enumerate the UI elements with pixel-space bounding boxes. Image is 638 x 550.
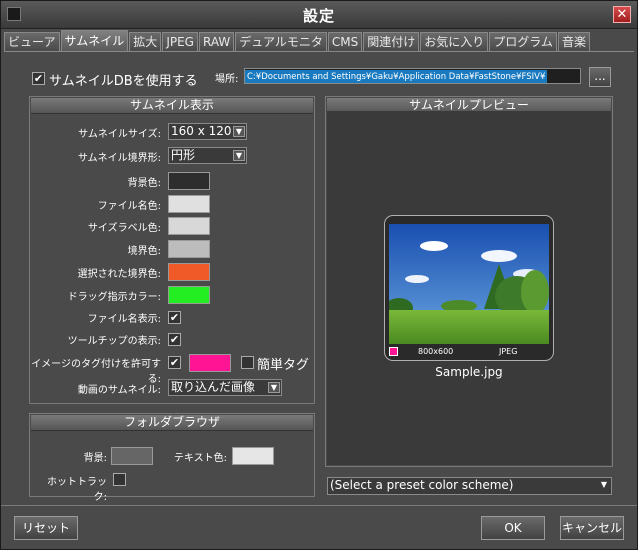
tab-zoom[interactable]: 拡大 xyxy=(129,32,162,51)
sample-thumbnail[interactable]: 800x600 JPEG xyxy=(384,215,554,361)
video-thumb-label: 動画のサムネイル: xyxy=(77,385,161,396)
video-thumb-select[interactable]: 取り込んだ画像 ▼ xyxy=(168,379,282,396)
location-input[interactable]: C:¥Documents and Settings¥Gaku¥Applicati… xyxy=(244,68,581,84)
close-icon: ✕ xyxy=(616,7,628,22)
drag-color-label: ドラッグ指示カラー: xyxy=(67,292,161,303)
drag-color-swatch[interactable] xyxy=(168,286,210,304)
show-tooltip-label: ツールチップの表示: xyxy=(67,336,161,347)
cancel-button[interactable]: キャンセル xyxy=(560,516,624,540)
selected-border-label: 選択された境界色: xyxy=(77,269,161,280)
border-shape-label: サムネイル境界形: xyxy=(77,153,161,164)
tab-viewer[interactable]: ビューア xyxy=(4,32,60,51)
size-label-color-label: サイズラベル色: xyxy=(87,223,161,234)
image-dimensions: 800x600 xyxy=(418,347,454,356)
folder-bg-swatch[interactable] xyxy=(111,447,153,465)
window-title: 設定 xyxy=(302,7,335,25)
tag-indicator[interactable] xyxy=(389,347,398,356)
border-color-swatch[interactable] xyxy=(168,240,210,258)
tab-raw[interactable]: RAW xyxy=(198,32,235,51)
tab-dual-monitor[interactable]: デュアルモニタ xyxy=(235,32,327,51)
footer-divider xyxy=(1,505,637,506)
folder-text-color-swatch[interactable] xyxy=(232,447,274,465)
chevron-down-icon: ▼ xyxy=(233,150,245,161)
check-icon: ✔ xyxy=(33,72,44,85)
folder-browser-header: フォルダブラウザ xyxy=(31,415,313,431)
check-icon: ✔ xyxy=(169,356,180,369)
tab-jpeg[interactable]: JPEG xyxy=(162,32,198,51)
folder-bg-label: 背景: xyxy=(83,453,107,464)
show-tooltip-checkbox[interactable]: ✔ xyxy=(168,333,181,346)
use-db-label: サムネイルDBを使用する xyxy=(49,74,198,89)
hottrack-label: ホットトラック: xyxy=(47,477,107,503)
show-filename-label: ファイル名表示: xyxy=(87,314,161,325)
thumb-size-select[interactable]: 160 x 120 ▼ xyxy=(168,123,247,140)
color-scheme-value: (Select a preset color scheme) xyxy=(330,478,514,492)
sample-filename: Sample.jpg xyxy=(435,365,503,379)
tab-cms[interactable]: CMS xyxy=(327,32,363,51)
check-icon: ✔ xyxy=(169,333,180,346)
tab-music[interactable]: 音楽 xyxy=(557,32,590,51)
filename-color-swatch[interactable] xyxy=(168,195,210,213)
simple-tag-label: 簡単タグ xyxy=(257,358,310,373)
check-icon: ✔ xyxy=(169,311,180,324)
use-db-checkbox[interactable]: ✔ xyxy=(32,72,45,85)
size-label-color-swatch[interactable] xyxy=(168,217,210,235)
border-color-label: 境界色: xyxy=(127,246,161,257)
border-shape-value: 円形 xyxy=(171,148,196,162)
tag-color-swatch[interactable] xyxy=(189,354,231,372)
bg-color-label: 背景色: xyxy=(127,178,161,189)
hottrack-checkbox[interactable] xyxy=(113,473,126,486)
show-filename-checkbox[interactable]: ✔ xyxy=(168,311,181,324)
allow-tagging-checkbox[interactable]: ✔ xyxy=(168,356,181,369)
chevron-down-icon: ▼ xyxy=(268,382,280,393)
reset-button[interactable]: リセット xyxy=(14,516,78,540)
color-scheme-select[interactable]: (Select a preset color scheme) ▼ xyxy=(327,477,612,495)
border-shape-select[interactable]: 円形 ▼ xyxy=(168,147,247,164)
browse-button[interactable]: ... xyxy=(589,67,611,87)
tab-favorites[interactable]: お気に入り xyxy=(420,32,489,51)
title-bar: 設定 ✕ xyxy=(1,1,637,29)
bg-color-swatch[interactable] xyxy=(168,172,210,190)
settings-tabs: ビューア サムネイル 拡大 JPEG RAW デュアルモニタ CMS 関連付け お気に入り プログ… xyxy=(4,30,591,52)
simple-tag-checkbox[interactable] xyxy=(241,356,254,369)
selected-border-swatch[interactable] xyxy=(168,263,210,281)
tab-divider xyxy=(4,51,634,52)
chevron-down-icon: ▼ xyxy=(600,480,608,489)
settings-dialog: 設定 ✕ ビューア サムネイル 拡大 JPEG RAW デュアルモニタ CMS 関連付け お気に… xyxy=(0,0,638,550)
chevron-down-icon: ▼ xyxy=(233,126,245,137)
image-format: JPEG xyxy=(499,347,518,356)
tab-associations[interactable]: 関連付け xyxy=(363,32,420,51)
location-label: 場所: xyxy=(215,74,239,85)
close-button[interactable]: ✕ xyxy=(613,6,631,23)
video-thumb-value: 取り込んだ画像 xyxy=(171,380,256,394)
filename-color-label: ファイル名色: xyxy=(97,201,161,212)
ok-button[interactable]: OK xyxy=(481,516,545,540)
thumbnail-display-header: サムネイル表示 xyxy=(31,98,313,114)
thumb-size-label: サムネイルサイズ: xyxy=(78,129,161,140)
location-value: C:¥Documents and Settings¥Gaku¥Applicati… xyxy=(245,70,548,83)
thumb-size-value: 160 x 120 xyxy=(171,124,232,138)
tab-programs[interactable]: プログラム xyxy=(489,32,557,51)
folder-text-color-label: テキスト色: xyxy=(173,453,227,464)
sample-image xyxy=(389,224,549,344)
tab-thumbnail[interactable]: サムネイル xyxy=(60,30,129,51)
